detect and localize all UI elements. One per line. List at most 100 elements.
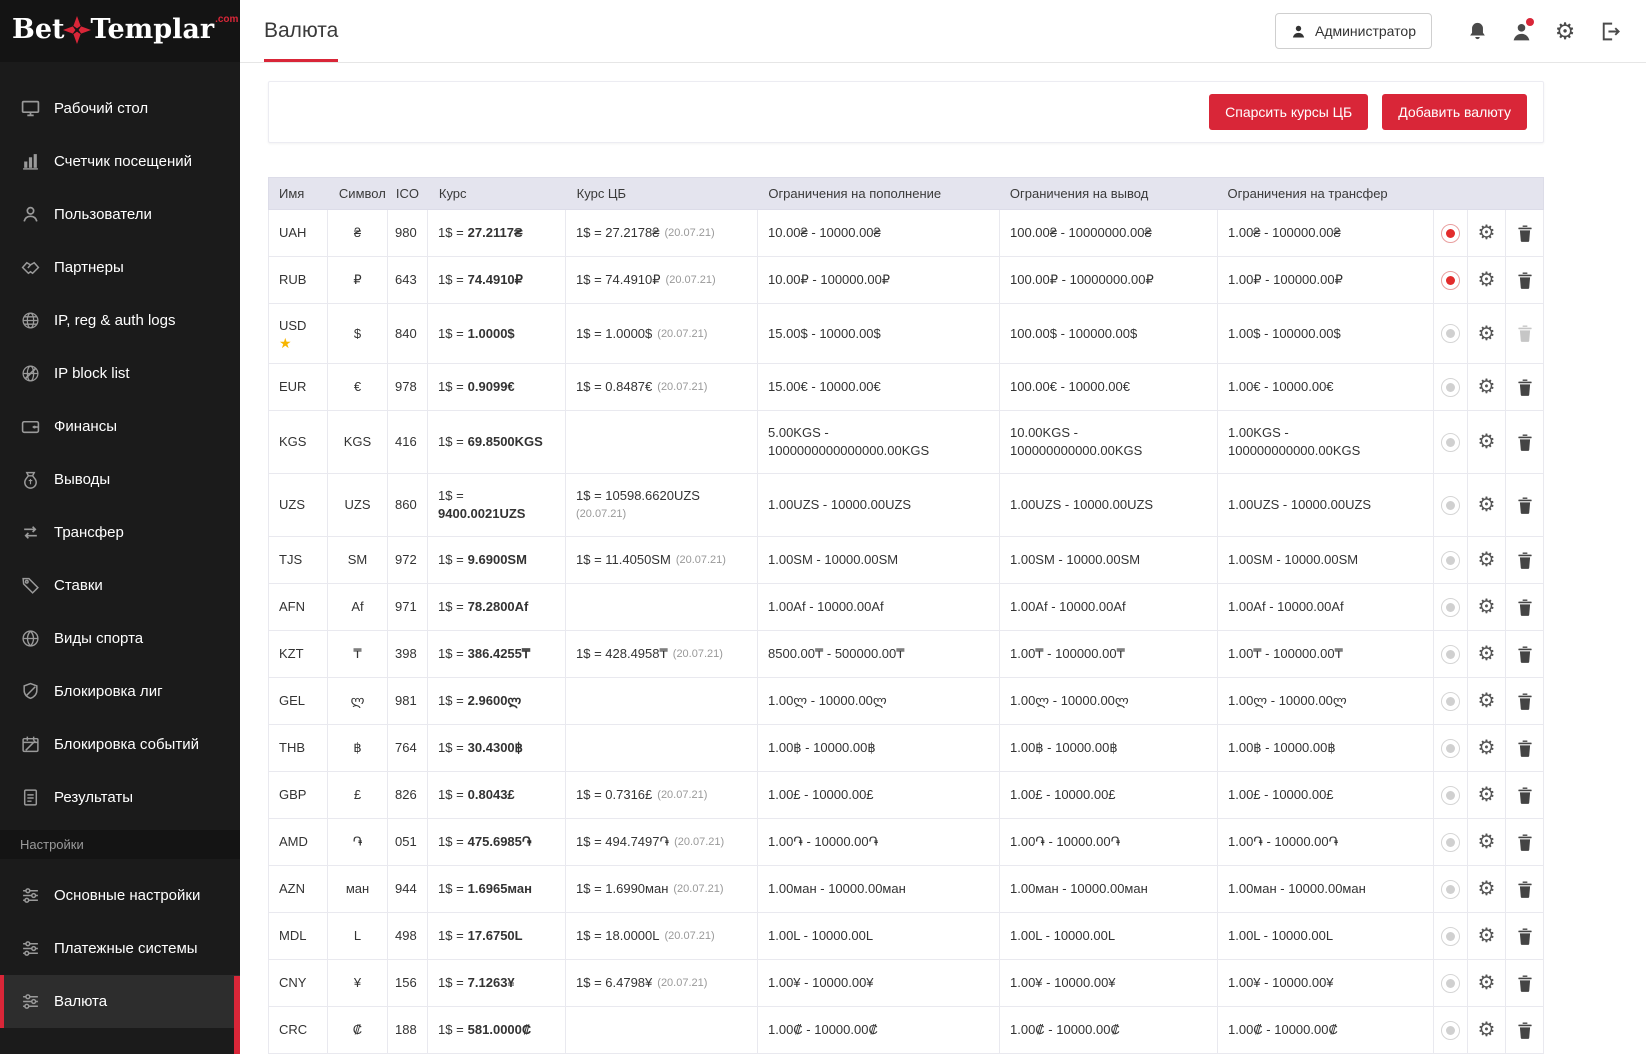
status-radio[interactable]	[1441, 271, 1460, 290]
currency-row: UAH ₴ 980 1$ = 27.2117₴ 1$ = 27.2178₴ (2…	[268, 210, 1544, 257]
withdrawals-icon	[20, 470, 40, 490]
trash-icon[interactable]	[1518, 646, 1532, 663]
gear-icon[interactable]: ⚙	[1478, 644, 1496, 664]
sidebar-item-results[interactable]: Результаты	[0, 771, 240, 824]
column-header: Курс ЦБ	[567, 178, 759, 209]
sidebar-item-ip-block-list[interactable]: IP block list	[0, 347, 240, 400]
trash-icon[interactable]	[1518, 272, 1532, 289]
logout-icon[interactable]	[1596, 18, 1622, 44]
admin-button[interactable]: Администратор	[1275, 13, 1432, 49]
edit-cell: ⚙	[1468, 537, 1506, 583]
trash-icon[interactable]	[1518, 497, 1532, 514]
status-radio[interactable]	[1441, 433, 1460, 452]
logo[interactable]: Bet Templar .com	[0, 0, 240, 62]
profile-icon[interactable]	[1508, 18, 1534, 44]
sidebar-item-payment-systems[interactable]: Платежные системы	[0, 922, 240, 975]
gear-icon[interactable]: ⚙	[1478, 223, 1496, 243]
status-radio[interactable]	[1441, 739, 1460, 758]
trash-icon[interactable]	[1518, 787, 1532, 804]
gear-icon[interactable]: ⚙	[1478, 495, 1496, 515]
gear-icon[interactable]: ⚙	[1478, 973, 1496, 993]
gear-icon[interactable]: ⚙	[1478, 270, 1496, 290]
gear-icon[interactable]: ⚙	[1478, 432, 1496, 452]
sidebar-item-label: Выводы	[54, 469, 110, 490]
trash-icon[interactable]	[1518, 599, 1532, 616]
notifications-bell-icon[interactable]	[1464, 18, 1490, 44]
gear-icon[interactable]: ⚙	[1478, 691, 1496, 711]
gear-icon[interactable]: ⚙	[1478, 550, 1496, 570]
trash-icon[interactable]	[1518, 834, 1532, 851]
maltese-cross-icon	[61, 14, 93, 46]
status-radio[interactable]	[1441, 224, 1460, 243]
status-radio[interactable]	[1441, 378, 1460, 397]
status-radio[interactable]	[1441, 645, 1460, 664]
delete-cell	[1506, 304, 1544, 363]
gear-icon[interactable]: ⚙	[1478, 879, 1496, 899]
trash-icon[interactable]	[1518, 1022, 1532, 1039]
status-radio[interactable]	[1441, 551, 1460, 570]
page-title: Валюта	[264, 19, 338, 43]
sidebar-item-league-block[interactable]: Блокировка лиг	[0, 665, 240, 718]
gear-icon[interactable]: ⚙	[1478, 377, 1496, 397]
currency-rate: 1$ = 1.0000$	[428, 304, 566, 363]
cb-rate-value: 1$ = 0.8487€	[576, 378, 652, 396]
status-radio[interactable]	[1441, 496, 1460, 515]
trash-icon[interactable]	[1518, 740, 1532, 757]
status-radio[interactable]	[1441, 1021, 1460, 1040]
trash-icon[interactable]	[1518, 552, 1532, 569]
status-radio[interactable]	[1441, 786, 1460, 805]
rate-prefix: 1$ =	[438, 880, 464, 898]
gear-icon[interactable]: ⚙	[1478, 832, 1496, 852]
sidebar-item-main-settings[interactable]: Основные настройки	[0, 869, 240, 922]
sidebar-item-sports[interactable]: Виды спорта	[0, 612, 240, 665]
trash-icon[interactable]	[1518, 225, 1532, 242]
status-cell	[1434, 960, 1468, 1006]
edit-cell: ⚙	[1468, 631, 1506, 677]
trash-icon[interactable]	[1518, 881, 1532, 898]
gear-icon[interactable]: ⚙	[1478, 926, 1496, 946]
gear-icon[interactable]: ⚙	[1478, 738, 1496, 758]
gear-icon[interactable]: ⚙	[1478, 597, 1496, 617]
sidebar-item-visit-counter[interactable]: Счетчик посещений	[0, 135, 240, 188]
cb-rate: 1$ = 10598.6620UZS (20.07.21)	[566, 474, 758, 536]
sidebar-item-withdrawals[interactable]: Выводы	[0, 453, 240, 506]
sidebar-item-desktop[interactable]: Рабочий стол	[0, 82, 240, 135]
sidebar-item-partners[interactable]: Партнеры	[0, 241, 240, 294]
parse-cb-rates-button[interactable]: Спарсить курсы ЦБ	[1209, 94, 1368, 130]
cb-rate-value: 1$ = 74.4910₽	[576, 271, 661, 289]
rate-value: 475.6985֏	[468, 833, 532, 851]
status-radio[interactable]	[1441, 324, 1460, 343]
sidebar-menu: Рабочий столСчетчик посещенийПользовател…	[0, 62, 240, 824]
gear-icon[interactable]: ⚙	[1478, 785, 1496, 805]
sidebar-item-ip-reg-auth-logs[interactable]: IP, reg & auth logs	[0, 294, 240, 347]
status-radio[interactable]	[1441, 880, 1460, 899]
trash-icon[interactable]	[1518, 434, 1532, 451]
deposit-limits: 1.00¥ - 10000.00¥	[758, 960, 1000, 1006]
cb-rate-value: 1$ = 27.2178₴	[576, 224, 660, 242]
status-radio[interactable]	[1441, 927, 1460, 946]
status-radio[interactable]	[1441, 692, 1460, 711]
delete-cell	[1506, 1007, 1544, 1053]
sidebar-item-users[interactable]: Пользователи	[0, 188, 240, 241]
status-radio[interactable]	[1441, 974, 1460, 993]
trash-icon[interactable]	[1518, 693, 1532, 710]
settings-gear-icon[interactable]: ⚙	[1552, 18, 1578, 44]
status-radio[interactable]	[1441, 598, 1460, 617]
sidebar-item-bets[interactable]: Ставки	[0, 559, 240, 612]
gear-icon[interactable]: ⚙	[1478, 1020, 1496, 1040]
trash-icon[interactable]	[1518, 325, 1532, 342]
sidebar-item-currency[interactable]: Валюта	[0, 975, 240, 1028]
trash-icon[interactable]	[1518, 379, 1532, 396]
trash-icon[interactable]	[1518, 975, 1532, 992]
withdraw-limits: 1.00UZS - 10000.00UZS	[1000, 474, 1218, 536]
add-currency-button[interactable]: Добавить валюту	[1382, 94, 1527, 130]
desktop-icon	[20, 99, 40, 119]
sidebar-scrollbar-thumb[interactable]	[234, 976, 240, 1054]
trash-icon[interactable]	[1518, 928, 1532, 945]
sidebar-item-transfer[interactable]: Трансфер	[0, 506, 240, 559]
visits-chart-icon	[20, 152, 40, 172]
gear-icon[interactable]: ⚙	[1478, 324, 1496, 344]
status-radio[interactable]	[1441, 833, 1460, 852]
sidebar-item-finance[interactable]: Финансы	[0, 400, 240, 453]
sidebar-item-event-block[interactable]: Блокировка событий	[0, 718, 240, 771]
